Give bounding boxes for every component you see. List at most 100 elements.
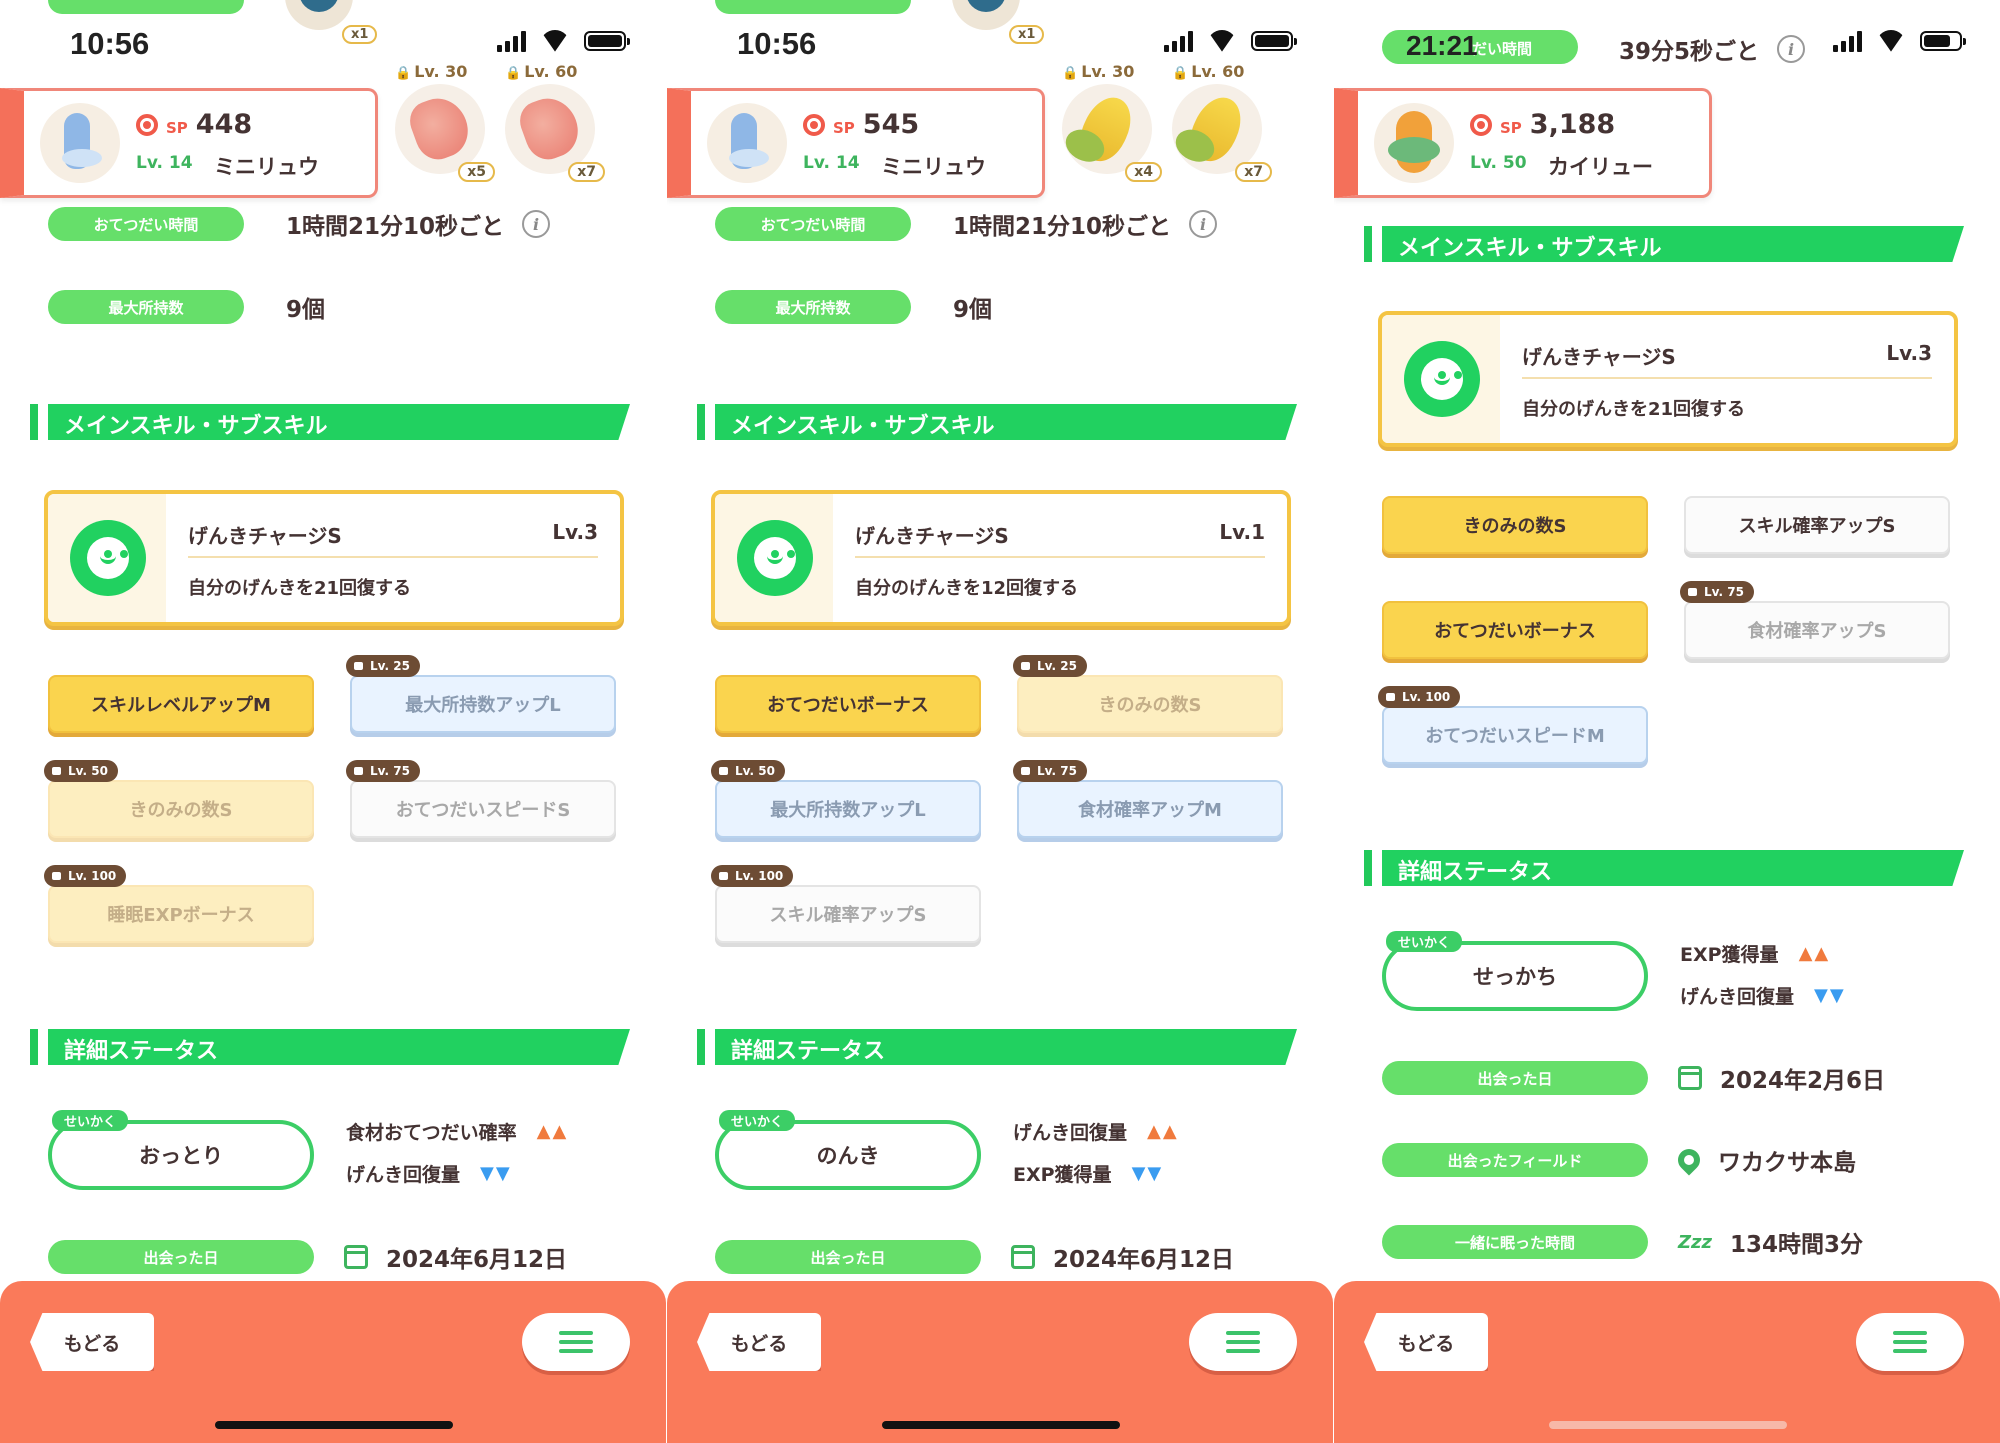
slept-time-value-wrap: Zzz 134時間3分	[1678, 1225, 1863, 1259]
lock-tag: Lv. 50	[711, 760, 785, 782]
subskill-button[interactable]: Lv. 50 最大所持数アップL	[711, 760, 981, 838]
pokemon-card[interactable]: SP 448 Lv. 14 ミニリュウ	[0, 88, 378, 198]
subskill-button[interactable]: Lv. 100 おてつだいスピードM	[1378, 686, 1648, 764]
sp-value: 545	[862, 109, 920, 140]
subskill-button[interactable]: Lv. 75 食材確率アップS	[1680, 581, 1950, 659]
subskill-button[interactable]: おてつだいボーナス	[1382, 601, 1648, 659]
help-time-row: おてつだい時間 1時間21分10秒ごと i	[48, 207, 551, 241]
nature-down-label: げんき回復量	[1680, 986, 1795, 1008]
sp-display: SP 448	[136, 109, 252, 140]
pokemon-level: Lv. 14	[803, 153, 860, 173]
home-indicator[interactable]	[1549, 1421, 1787, 1429]
sp-value: 448	[195, 109, 253, 140]
ingredient-slot[interactable]: Lv. 60 x7	[505, 62, 605, 182]
subskill-button[interactable]: きのみの数S	[1382, 496, 1648, 554]
calendar-icon	[1011, 1245, 1035, 1269]
subskill-button[interactable]: スキルレベルアップM	[48, 675, 314, 733]
down-arrows-icon: ▼▼	[480, 1163, 512, 1184]
lock-tag: Lv. 75	[346, 760, 420, 782]
ingredient-slot[interactable]: Lv. 30 x4	[1062, 62, 1162, 182]
detail-section-header: 詳細ステータス	[30, 1029, 630, 1065]
sp-display: SP 3,188	[1470, 109, 1615, 140]
subskill-label: 最大所持数アップL	[770, 800, 926, 821]
slept-time-label: 一緒に眠った時間	[1382, 1225, 1648, 1259]
main-skill-desc: 自分のげんきを21回復する	[188, 578, 412, 599]
pokemon-level: Lv. 14	[136, 153, 193, 173]
skills-section-header: メインスキル・サブスキル	[1364, 226, 1964, 262]
back-button[interactable]: もどる	[30, 1313, 154, 1371]
home-indicator[interactable]	[882, 1421, 1120, 1429]
back-button[interactable]: もどる	[1364, 1313, 1488, 1371]
main-skill-card[interactable]: げんきチャージS Lv.3 自分のげんきを21回復する	[1378, 311, 1958, 447]
pokemon-card[interactable]: SP 545 Lv. 14 ミニリュウ	[667, 88, 1045, 198]
smile-icon	[737, 520, 813, 596]
subskill-button[interactable]: Lv. 25 きのみの数S	[1013, 655, 1283, 733]
home-indicator[interactable]	[215, 1421, 453, 1429]
screen-1: x1 10:56 Lv. 30 x5 Lv. 60 x7 SP 448 Lv. …	[0, 0, 666, 1443]
signal-icon	[1833, 30, 1862, 52]
main-skill-name: げんきチャージS	[1522, 345, 1676, 369]
max-carry-value: 9個	[286, 297, 326, 323]
back-button[interactable]: もどる	[697, 1313, 821, 1371]
nature-button[interactable]: せいかく せっかち	[1382, 931, 1648, 1011]
pokemon-avatar	[40, 103, 120, 183]
nature-tag: せいかく	[52, 1110, 129, 1131]
bottom-bar: もどる	[0, 1281, 666, 1443]
menu-button[interactable]	[1189, 1313, 1297, 1371]
pokemon-card[interactable]: SP 3,188 Lv. 50 カイリュー	[1334, 88, 1712, 198]
section-title: 詳細ステータス	[64, 1039, 219, 1064]
max-carry-label: 最大所持数	[715, 290, 911, 324]
smile-icon	[1404, 341, 1480, 417]
screen-3: だい時間 21:21 39分5秒ごと i SP 3,188 Lv. 50 カイリ…	[1334, 0, 2000, 1443]
battery-icon	[584, 31, 630, 51]
status-time: 21:21	[1406, 30, 1478, 61]
nature-name: せっかち	[1473, 965, 1557, 989]
subskill-button[interactable]: スキル確率アップS	[1684, 496, 1950, 554]
up-arrows-icon: ▲▲	[1147, 1121, 1179, 1142]
main-skill-card[interactable]: げんきチャージS Lv.3 自分のげんきを21回復する	[44, 490, 624, 626]
nature-button[interactable]: せいかく おっとり	[48, 1110, 314, 1190]
subskill-label: きのみの数S	[1463, 516, 1567, 537]
subskill-button[interactable]: Lv. 50 きのみの数S	[44, 760, 314, 838]
met-date-value-wrap: 2024年6月12日	[344, 1240, 567, 1274]
menu-button[interactable]	[522, 1313, 630, 1371]
max-carry-row: 最大所持数 9個	[48, 290, 325, 324]
main-skill-card[interactable]: げんきチャージS Lv.1 自分のげんきを12回復する	[711, 490, 1291, 626]
screen-2: x1 10:56 Lv. 30 x4 Lv. 60 x7 SP 545 Lv. …	[667, 0, 1333, 1443]
battery-icon	[1251, 31, 1297, 51]
lock-level: Lv. 60	[505, 62, 577, 81]
up-arrows-icon: ▲▲	[536, 1121, 569, 1142]
nature-up-label: 食材おてつだい確率	[346, 1122, 517, 1144]
subskill-button[interactable]: おてつだいボーナス	[715, 675, 981, 733]
subskill-button[interactable]: Lv. 75 おてつだいスピードS	[346, 760, 616, 838]
help-time-row: おてつだい時間 1時間21分10秒ごと i	[715, 207, 1218, 241]
nature-down-effect: げんき回復量 ▼▼	[1680, 982, 1846, 1009]
pokemon-avatar	[1374, 103, 1454, 183]
menu-button[interactable]	[1856, 1313, 1964, 1371]
info-icon[interactable]: i	[1777, 35, 1806, 63]
met-date-label: 出会った日	[715, 1240, 981, 1274]
help-time-value-wrap: 1時間21分10秒ごと i	[286, 207, 551, 241]
met-date-label: 出会った日	[1382, 1061, 1648, 1095]
subskill-button[interactable]: Lv. 75 食材確率アップM	[1013, 760, 1283, 838]
main-skill-desc: 自分のげんきを21回復する	[1522, 399, 1746, 420]
subskill-button[interactable]: Lv. 100 スキル確率アップS	[711, 865, 981, 943]
status-icons	[1833, 30, 1966, 52]
signal-icon	[497, 30, 526, 52]
lock-tag: Lv. 100	[1378, 686, 1461, 708]
subskill-button[interactable]: Lv. 100 睡眠EXPボーナス	[44, 865, 314, 943]
ingredient-slot[interactable]: Lv. 60 x7	[1172, 62, 1272, 182]
info-icon[interactable]: i	[522, 210, 551, 238]
subskill-label: きのみの数S	[129, 800, 233, 821]
subskill-label: スキルレベルアップM	[91, 695, 271, 716]
subskill-label: きのみの数S	[1098, 695, 1202, 716]
status-icons	[1164, 30, 1297, 52]
subskill-button[interactable]: Lv. 25 最大所持数アップL	[346, 655, 616, 733]
met-date-value-wrap: 2024年2月6日	[1678, 1061, 1885, 1095]
ingredient-slot[interactable]: Lv. 30 x5	[395, 62, 495, 182]
info-icon[interactable]: i	[1189, 210, 1218, 238]
pokemon-avatar	[707, 103, 787, 183]
lock-tag: Lv. 25	[346, 655, 420, 677]
nature-down-effect: げんき回復量 ▼▼	[346, 1160, 512, 1187]
nature-button[interactable]: せいかく のんき	[715, 1110, 981, 1190]
